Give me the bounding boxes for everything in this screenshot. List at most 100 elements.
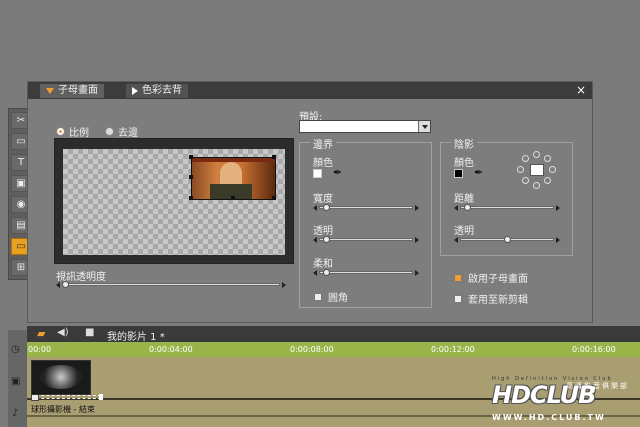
expand-icon [46,88,54,94]
tab-chroma-key-label: 色彩去背 [142,85,182,96]
mode-crop-option[interactable]: 去邊 [105,124,138,139]
watermark-logo: High Definition Vision Club HDCLUB 高清影音俱… [492,376,630,424]
border-width-label: 寬度 [313,194,333,205]
slider-track [319,206,413,209]
direction-w[interactable] [517,166,524,173]
slider-right-arrow-icon[interactable] [415,237,419,243]
border-color-swatch[interactable] [313,169,322,178]
resize-handle-b[interactable] [231,196,235,200]
slider-left-arrow-icon[interactable] [454,237,458,243]
tick-label: 0:00:08:00 [290,345,334,354]
slider-left-arrow-icon[interactable] [454,205,458,211]
slider-right-arrow-icon[interactable] [556,205,560,211]
tick-label: 0:00:12:00 [431,345,475,354]
eyedropper-icon[interactable]: ✒ [333,166,342,179]
slider-track [319,271,413,274]
slider-track [62,283,280,286]
mic-icon[interactable]: ♪ [12,408,18,419]
time-ruler[interactable]: 00:00 0:00:04:00 0:00:08:00 0:00:12:00 0… [27,342,640,357]
slider-left-arrow-icon[interactable] [56,282,60,288]
resize-handle-tl[interactable] [189,155,193,159]
apply-new-clip-option[interactable]: 套用至新剪輯 [454,291,528,306]
border-soften-slider[interactable] [313,269,419,276]
resize-handle-br[interactable] [272,196,276,200]
clip-end-handle[interactable] [99,394,103,400]
pip-panel: 子母畫面 色彩去背 × 比例 去邊 視訊透明度 預設: 邊界 顏色 ✒ 寬度 透… [27,81,593,323]
border-width-slider[interactable] [313,204,419,211]
resize-handle-bl[interactable] [189,196,193,200]
shadow-distance-slider[interactable] [454,204,560,211]
resize-handle-tr[interactable] [272,155,276,159]
direction-se[interactable] [544,177,551,184]
dropdown-arrow-icon[interactable] [418,121,430,132]
rounded-corners-checkbox[interactable] [314,292,322,301]
mode-scale-label: 比例 [69,128,89,139]
border-soften-label: 柔和 [313,259,333,270]
preview-frame [54,138,294,264]
speaker-icon[interactable]: ◀) [57,327,69,338]
shadow-direction-dial[interactable] [517,151,556,189]
tab-chroma-key[interactable]: 色彩去背 [126,84,188,98]
border-opacity-slider[interactable] [313,236,419,243]
direction-ne[interactable] [544,155,551,162]
slider-thumb[interactable] [323,236,331,243]
mode-crop-radio[interactable] [105,127,114,136]
slider-right-arrow-icon[interactable] [282,282,286,288]
folder-icon[interactable]: ■ [85,327,94,338]
enable-pip-label: 啟用子母畫面 [468,274,528,285]
tick-label: 00:00 [28,345,52,354]
apply-new-clip-label: 套用至新剪輯 [468,295,528,306]
camera-icon[interactable]: ▣ [11,376,20,387]
apply-new-clip-checkbox[interactable] [454,294,462,303]
slider-right-arrow-icon[interactable] [415,270,419,276]
pip-overlay-image[interactable] [191,157,276,200]
clock-icon[interactable]: ◷ [11,344,20,355]
direction-center [530,164,544,176]
shadow-opacity-label: 透明 [454,226,474,237]
slider-left-arrow-icon[interactable] [313,205,317,211]
watermark-chinese: 高清影音俱樂部 [566,382,629,390]
border-group-title: 邊界 [310,136,336,151]
mode-scale-radio[interactable] [56,127,65,136]
folder-open-icon[interactable]: ▰ [37,327,45,340]
video-opacity-slider[interactable] [56,281,286,288]
shadow-color-swatch[interactable] [454,169,463,178]
watermark-url: WWW.HD.CLUB.TW [492,413,606,422]
tab-bar: 子母畫面 色彩去背 × [28,82,592,99]
mode-scale-option[interactable]: 比例 [56,124,89,139]
rounded-corners-option[interactable]: 圓角 [314,289,348,304]
close-button[interactable]: × [576,83,586,97]
preview-canvas [63,149,285,255]
slider-thumb[interactable] [503,236,511,243]
slider-thumb[interactable] [464,204,472,211]
shadow-distance-label: 距離 [454,194,474,205]
slider-left-arrow-icon[interactable] [313,237,317,243]
movie-title: 我的影片 1 * [107,332,165,343]
slider-thumb[interactable] [323,269,331,276]
direction-nw[interactable] [522,155,529,162]
shadow-group: 陰影 顏色 ✒ 距離 透明 [440,136,573,256]
slider-thumb[interactable] [323,204,331,211]
eyedropper-icon[interactable]: ✒ [474,166,483,179]
direction-s[interactable] [533,182,540,189]
slider-right-arrow-icon[interactable] [415,205,419,211]
tab-pip[interactable]: 子母畫面 [40,84,104,98]
clip-duration-bar[interactable] [31,395,101,399]
direction-sw[interactable] [522,177,529,184]
slider-thumb[interactable] [62,281,69,288]
border-opacity-label: 透明 [313,226,333,237]
clip-thumbnail[interactable] [31,360,91,395]
slider-right-arrow-icon[interactable] [556,237,560,243]
slider-left-arrow-icon[interactable] [313,270,317,276]
enable-pip-checkbox[interactable] [454,273,462,282]
tick-label: 0:00:04:00 [149,345,193,354]
resize-handle-l[interactable] [189,175,193,179]
collapse-icon [132,87,138,95]
enable-pip-option[interactable]: 啟用子母畫面 [454,270,528,285]
shadow-opacity-slider[interactable] [454,236,560,243]
preset-dropdown[interactable] [299,120,431,133]
direction-e[interactable] [549,166,556,173]
clip-label: 球形攝影機 - 結束 [31,405,95,414]
rounded-corners-label: 圓角 [328,293,348,304]
direction-n[interactable] [533,151,540,158]
